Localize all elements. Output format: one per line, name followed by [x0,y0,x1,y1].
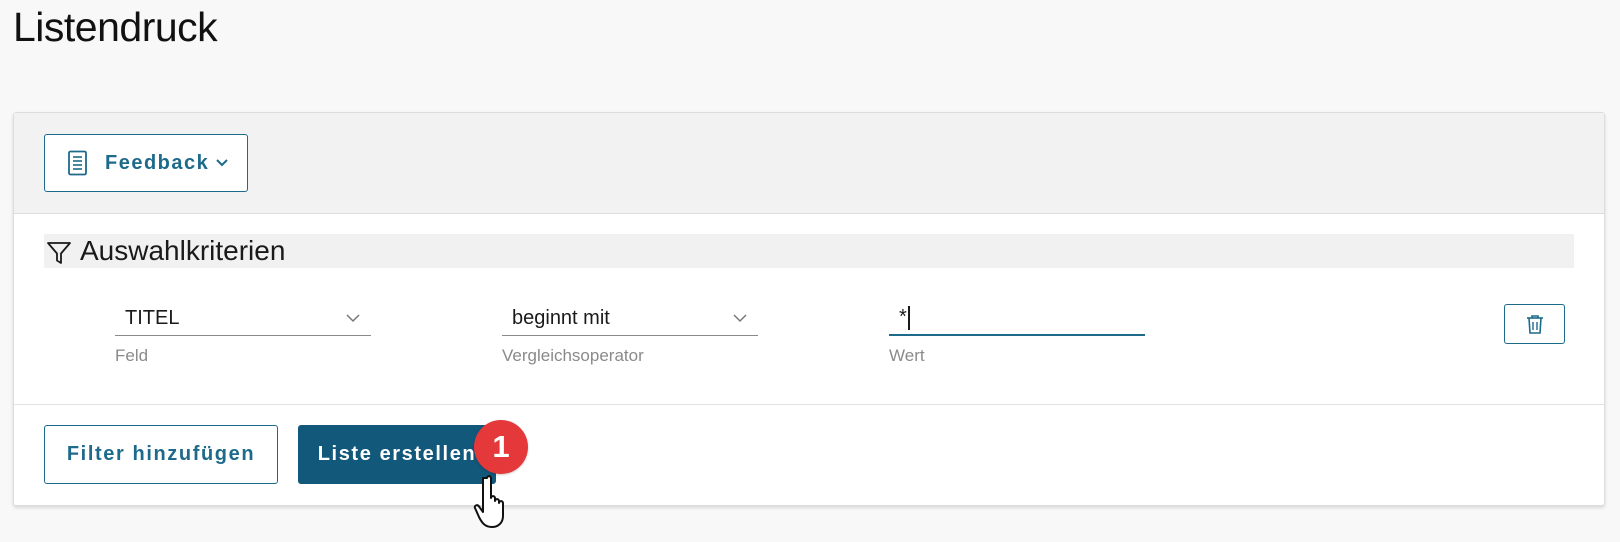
field-select-value: TITEL [125,306,180,329]
field-label: Feld [115,346,149,365]
value-input-group: * Wert [889,301,1145,366]
filter-icon [47,242,71,264]
field-select[interactable]: TITEL [115,301,371,336]
operator-select-group: beginnt mit Vergleichsoperator [502,301,758,366]
trash-icon [1526,315,1543,334]
list-print-card: Feedback Auswahlkriterien TITEL Feld beg… [13,112,1605,506]
card-toolbar: Feedback [14,113,1604,214]
criteria-title: Auswahlkriterien [80,235,286,266]
hand-pointer-icon [473,475,504,528]
chevron-down-icon [346,314,360,323]
value-input-text: * [899,306,907,328]
chevron-down-icon [216,159,228,167]
text-caret [907,305,910,330]
step-badge: 1 [474,420,528,474]
operator-label: Vergleichsoperator [502,346,644,365]
add-filter-button[interactable]: Filter hinzufügen [44,425,278,484]
criteria-section-header: Auswahlkriterien [44,234,1574,268]
delete-filter-button[interactable] [1504,304,1565,344]
operator-select-value: beginnt mit [512,306,610,329]
value-input[interactable]: * [889,301,1145,336]
field-select-group: TITEL Feld [115,301,371,366]
feedback-button[interactable]: Feedback [44,134,248,192]
operator-select[interactable]: beginnt mit [502,301,758,336]
chevron-down-icon [733,314,747,323]
footer-divider [14,404,1604,405]
document-list-icon [68,150,87,176]
page-title: Listendruck [13,4,218,50]
feedback-label: Feedback [105,151,210,174]
create-list-button[interactable]: Liste erstellen [298,425,496,484]
value-label: Wert [889,346,925,365]
